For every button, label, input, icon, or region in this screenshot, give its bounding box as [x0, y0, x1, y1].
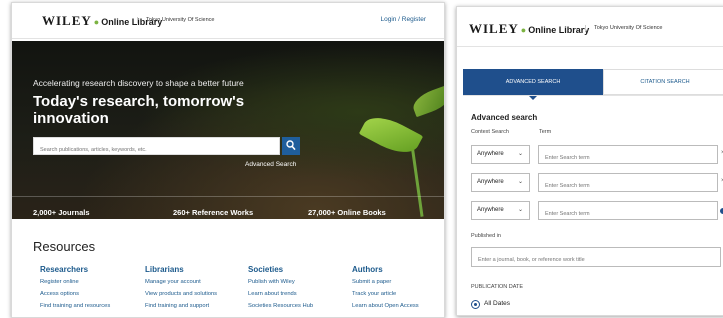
- search-field[interactable]: [33, 137, 280, 158]
- term-label: Term: [539, 129, 552, 135]
- publication-date-label: PUBLICATION DATE: [471, 284, 524, 290]
- resource-link[interactable]: Learn about Open Access: [352, 303, 419, 309]
- all-dates-label[interactable]: All Dates: [484, 300, 510, 307]
- column-heading[interactable]: Librarians: [145, 265, 217, 274]
- resource-link[interactable]: Find training and support: [145, 303, 217, 309]
- homepage-panel: WILEY ●Online Library Tokyo University Of…: [11, 2, 445, 318]
- institution-name: Tokyo University Of Science: [585, 25, 662, 31]
- column-heading[interactable]: Authors: [352, 265, 419, 274]
- site-header: WILEY ●Online Library Tokyo University Of…: [457, 7, 723, 47]
- advanced-search-link[interactable]: Advanced Search: [245, 161, 296, 168]
- context-search-label: Context Search: [471, 129, 509, 135]
- institution-name: Tokyo University Of Science: [137, 17, 214, 23]
- stat-reference-works[interactable]: 260+ Reference Works: [173, 208, 253, 217]
- context-select[interactable]: Anywhere ⌄: [471, 173, 530, 192]
- stat-online-books[interactable]: 27,000+ Online Books: [308, 208, 386, 217]
- resource-link[interactable]: Track your article: [352, 291, 419, 297]
- advanced-search-panel: WILEY ●Online Library Tokyo University Of…: [456, 6, 723, 316]
- resource-link[interactable]: Publish with Wiley: [248, 279, 313, 285]
- resource-link[interactable]: Access options: [40, 291, 110, 297]
- chevron-down-icon: ⌄: [517, 207, 523, 213]
- hero-title: Today's research, tomorrow's innovation: [33, 93, 245, 127]
- hero-banner: Accelerating research discovery to shape…: [12, 41, 444, 219]
- search-term-input[interactable]: [539, 177, 717, 195]
- published-in-label: Published in: [471, 233, 501, 239]
- advanced-search-heading: Advanced search: [471, 113, 538, 122]
- resources-title: Resources: [33, 239, 96, 254]
- tab-advanced-search[interactable]: ADVANCED SEARCH: [463, 69, 603, 100]
- search-icon: [286, 140, 296, 151]
- tab-citation-search[interactable]: CITATION SEARCH: [603, 69, 723, 95]
- resources-column-researchers: Researchers Register online Access optio…: [40, 265, 110, 315]
- resources-column-authors: Authors Submit a paper Track your articl…: [352, 265, 419, 315]
- hero-subtitle: Accelerating research discovery to shape…: [33, 78, 244, 88]
- chevron-down-icon: ⌄: [517, 151, 523, 157]
- resource-link[interactable]: View products and solutions: [145, 291, 217, 297]
- resource-link[interactable]: Learn about trends: [248, 291, 313, 297]
- context-select[interactable]: Anywhere ⌄: [471, 201, 530, 220]
- resource-link[interactable]: Register online: [40, 279, 110, 285]
- search-term-field[interactable]: [538, 145, 718, 167]
- site-header: WILEY ●Online Library Tokyo University Of…: [12, 3, 444, 39]
- search-input[interactable]: [34, 142, 279, 158]
- hero-divider: [12, 196, 444, 197]
- resource-link[interactable]: Societies Resources Hub: [248, 303, 313, 309]
- published-in-input[interactable]: [472, 251, 720, 269]
- search-term-field[interactable]: [538, 173, 718, 195]
- wiley-logo[interactable]: WILEY ●Online Library: [469, 21, 589, 37]
- seedling-leaf-icon: [409, 84, 444, 118]
- search-tabs: ADVANCED SEARCH CITATION SEARCH: [463, 69, 723, 100]
- resources-column-librarians: Librarians Manage your account View prod…: [145, 265, 217, 315]
- logo-dot-icon: ●: [520, 25, 528, 35]
- search-term-field[interactable]: [538, 201, 718, 223]
- resource-link[interactable]: Find training and resources: [40, 303, 110, 309]
- column-heading[interactable]: Researchers: [40, 265, 110, 274]
- chevron-down-icon: ⌄: [517, 179, 523, 185]
- column-heading[interactable]: Societies: [248, 265, 313, 274]
- published-in-field[interactable]: [471, 247, 721, 269]
- context-select[interactable]: Anywhere ⌄: [471, 145, 530, 164]
- all-dates-radio[interactable]: [471, 300, 480, 309]
- stat-journals[interactable]: 2,000+ Journals: [33, 208, 90, 217]
- search-term-input[interactable]: [539, 205, 717, 223]
- search-term-input[interactable]: [539, 149, 717, 167]
- resources-column-societies: Societies Publish with Wiley Learn about…: [248, 265, 313, 315]
- login-register-link[interactable]: Login / Register: [380, 16, 426, 23]
- resource-link[interactable]: Submit a paper: [352, 279, 419, 285]
- tabs-divider: [463, 95, 723, 96]
- logo-dot-icon: ●: [93, 17, 101, 27]
- search-button[interactable]: [282, 137, 300, 155]
- resource-link[interactable]: Manage your account: [145, 279, 217, 285]
